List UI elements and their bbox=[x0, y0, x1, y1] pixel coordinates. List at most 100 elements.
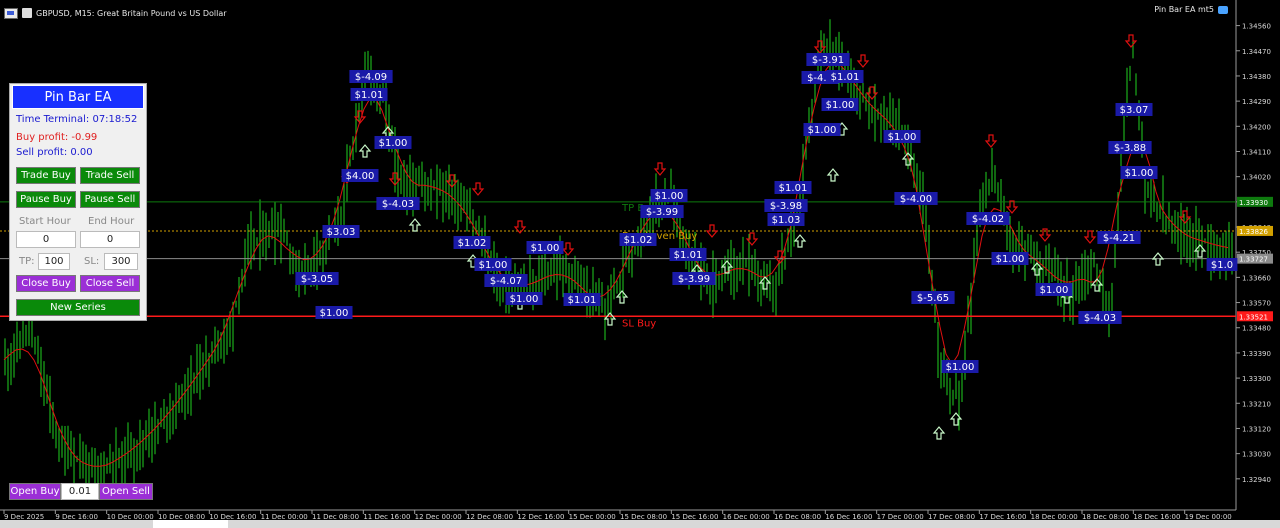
buy-arrow-icon bbox=[826, 168, 840, 182]
panel-title: Pin Bar EA bbox=[12, 85, 144, 109]
profit-label: $1.00 bbox=[374, 136, 412, 149]
buy-arrow-icon bbox=[358, 144, 372, 158]
profit-label: $1.01 bbox=[563, 293, 601, 306]
profit-label-text: $-4.02 bbox=[972, 214, 1004, 225]
profit-label-text: $3.03 bbox=[327, 227, 356, 238]
price-tick-label: 1.33390 bbox=[1242, 350, 1271, 358]
profit-label: $1.00 bbox=[474, 258, 512, 271]
buy-arrow-icon bbox=[615, 290, 629, 304]
profit-label-text: $1.0 bbox=[1211, 260, 1233, 271]
sell-arrow-icon bbox=[1083, 230, 1097, 244]
profit-label-text: $1.00 bbox=[808, 125, 837, 136]
close-buy-button[interactable]: Close Buy bbox=[16, 275, 76, 292]
sell-arrow-icon bbox=[561, 242, 575, 256]
trade-sell-button[interactable]: Trade Sell bbox=[80, 167, 140, 184]
profit-label-text: $-4.03 bbox=[1084, 313, 1116, 324]
profit-label: $1.00 bbox=[650, 189, 688, 202]
profit-label-text: $1.00 bbox=[996, 254, 1025, 265]
profit-label-text: $-4.09 bbox=[355, 72, 387, 83]
ea-name: Pin Bar EA mt5 bbox=[1154, 5, 1214, 14]
price-tick-label: 1.33120 bbox=[1242, 425, 1271, 433]
profit-label: $1.01 bbox=[350, 88, 388, 101]
buy-arrow-icon bbox=[603, 312, 617, 326]
profit-label: $-4.03 bbox=[376, 197, 420, 210]
be-price-badge-text: 1.33826 bbox=[1239, 228, 1268, 236]
price-chart[interactable]: 1.34560 1.34470 1.34380 1.34290 1.34200 1.341… bbox=[0, 0, 1280, 528]
profit-label-text: $-5.65 bbox=[917, 293, 949, 304]
profit-label-text: $-3.05 bbox=[301, 274, 333, 285]
open-sell-button[interactable]: Open Sell bbox=[99, 483, 153, 500]
sell-arrow-icon bbox=[1124, 34, 1138, 48]
sell-arrow-icon bbox=[653, 162, 667, 176]
ea-indicator[interactable]: Pin Bar EA mt5 bbox=[1154, 5, 1228, 14]
profit-label-text: $1.00 bbox=[531, 243, 560, 254]
profit-label: $-3.88 bbox=[1108, 141, 1152, 154]
price-tick-label: 1.34380 bbox=[1242, 73, 1271, 81]
chart-area[interactable]: 1.34560 1.34470 1.34380 1.34290 1.34200 1.341… bbox=[0, 0, 1280, 528]
profit-label-text: $-3.98 bbox=[770, 201, 802, 212]
profit-label-text: $1.00 bbox=[1125, 168, 1154, 179]
profit-label: $-3.99 bbox=[672, 272, 716, 285]
sell-arrow-icon bbox=[984, 134, 998, 148]
chart-title-bar: GBPUSD, M15: Great Britain Pound vs US D… bbox=[4, 5, 227, 21]
price-tick-label: 1.33300 bbox=[1242, 375, 1271, 383]
profit-label-text: $1.00 bbox=[888, 132, 917, 143]
profit-label: $3.03 bbox=[322, 225, 360, 238]
price-tick-label: 1.34020 bbox=[1242, 174, 1271, 182]
chart-tab-bar bbox=[0, 520, 1280, 528]
profit-label-text: $1.01 bbox=[674, 250, 703, 261]
profit-label-text: $-4.00 bbox=[900, 194, 932, 205]
chart-tab-active[interactable] bbox=[153, 520, 228, 528]
tp-label: TP: bbox=[19, 256, 35, 267]
profit-label-text: $-3.91 bbox=[812, 55, 844, 66]
buy-arrow-icon bbox=[408, 218, 422, 232]
profit-label: $1.00 bbox=[941, 360, 979, 373]
profit-label: $1.02 bbox=[619, 233, 657, 246]
profit-label: $1.00 bbox=[526, 241, 564, 254]
profit-label-text: $1.01 bbox=[831, 72, 860, 83]
profit-label: $-4.09 bbox=[349, 70, 393, 83]
profit-label-text: $1.00 bbox=[379, 138, 408, 149]
time-terminal-label: Time Terminal: 07:18:52 bbox=[16, 114, 138, 125]
end-hour-input[interactable]: 0 bbox=[80, 231, 140, 248]
profit-label: $3.07 bbox=[1115, 103, 1153, 116]
profit-label: $-3.91 bbox=[806, 53, 850, 66]
price-tick-label: 1.33210 bbox=[1242, 400, 1271, 408]
profit-label: $1.0 bbox=[1206, 258, 1238, 271]
close-sell-button[interactable]: Close Sell bbox=[80, 275, 140, 292]
price-tick-label: 1.32940 bbox=[1242, 476, 1271, 484]
new-series-button[interactable]: New Series bbox=[16, 299, 140, 316]
lot-size-input[interactable]: 0.01 bbox=[61, 483, 99, 500]
chart-window-icon bbox=[4, 7, 18, 19]
sl-input[interactable]: 300 bbox=[104, 253, 138, 270]
profit-label: $1.00 bbox=[821, 98, 859, 111]
profit-label: $1.01 bbox=[826, 70, 864, 83]
profit-label: $4.00 bbox=[341, 169, 379, 182]
profit-label: $-3.05 bbox=[295, 272, 339, 285]
price-tick-label: 1.33660 bbox=[1242, 274, 1271, 282]
price-tick-label: 1.34470 bbox=[1242, 48, 1271, 56]
tp-input[interactable]: 100 bbox=[38, 253, 70, 270]
profit-label-text: $1.01 bbox=[568, 295, 597, 306]
profit-label-text: $-4.03 bbox=[382, 199, 414, 210]
tp-price-badge-text: 1.33930 bbox=[1239, 199, 1268, 207]
profit-label: $-4.02 bbox=[966, 212, 1010, 225]
profit-label-text: $1.00 bbox=[946, 362, 975, 373]
profit-label-text: $1.00 bbox=[510, 294, 539, 305]
profit-label-text: $-3.99 bbox=[646, 207, 678, 218]
profit-label: $1.00 bbox=[1120, 166, 1158, 179]
profit-label-text: $1.03 bbox=[772, 215, 801, 226]
price-tick-label: 1.34110 bbox=[1242, 148, 1271, 156]
profit-label: $1.00 bbox=[315, 306, 353, 319]
start-hour-input[interactable]: 0 bbox=[16, 231, 76, 248]
open-buy-button[interactable]: Open Buy bbox=[9, 483, 61, 500]
pause-sell-button[interactable]: Pause Sell bbox=[80, 191, 140, 208]
buy-profit-label: Buy profit: -0.99 bbox=[16, 132, 98, 143]
pause-buy-button[interactable]: Pause Buy bbox=[16, 191, 76, 208]
profit-label: $-3.98 bbox=[764, 199, 808, 212]
price-tick-label: 1.34290 bbox=[1242, 98, 1271, 106]
trade-buy-button[interactable]: Trade Buy bbox=[16, 167, 76, 184]
profit-label-text: $1.01 bbox=[779, 183, 808, 194]
sell-arrow-icon bbox=[1005, 200, 1019, 214]
profit-label: $-3.99 bbox=[640, 205, 684, 218]
